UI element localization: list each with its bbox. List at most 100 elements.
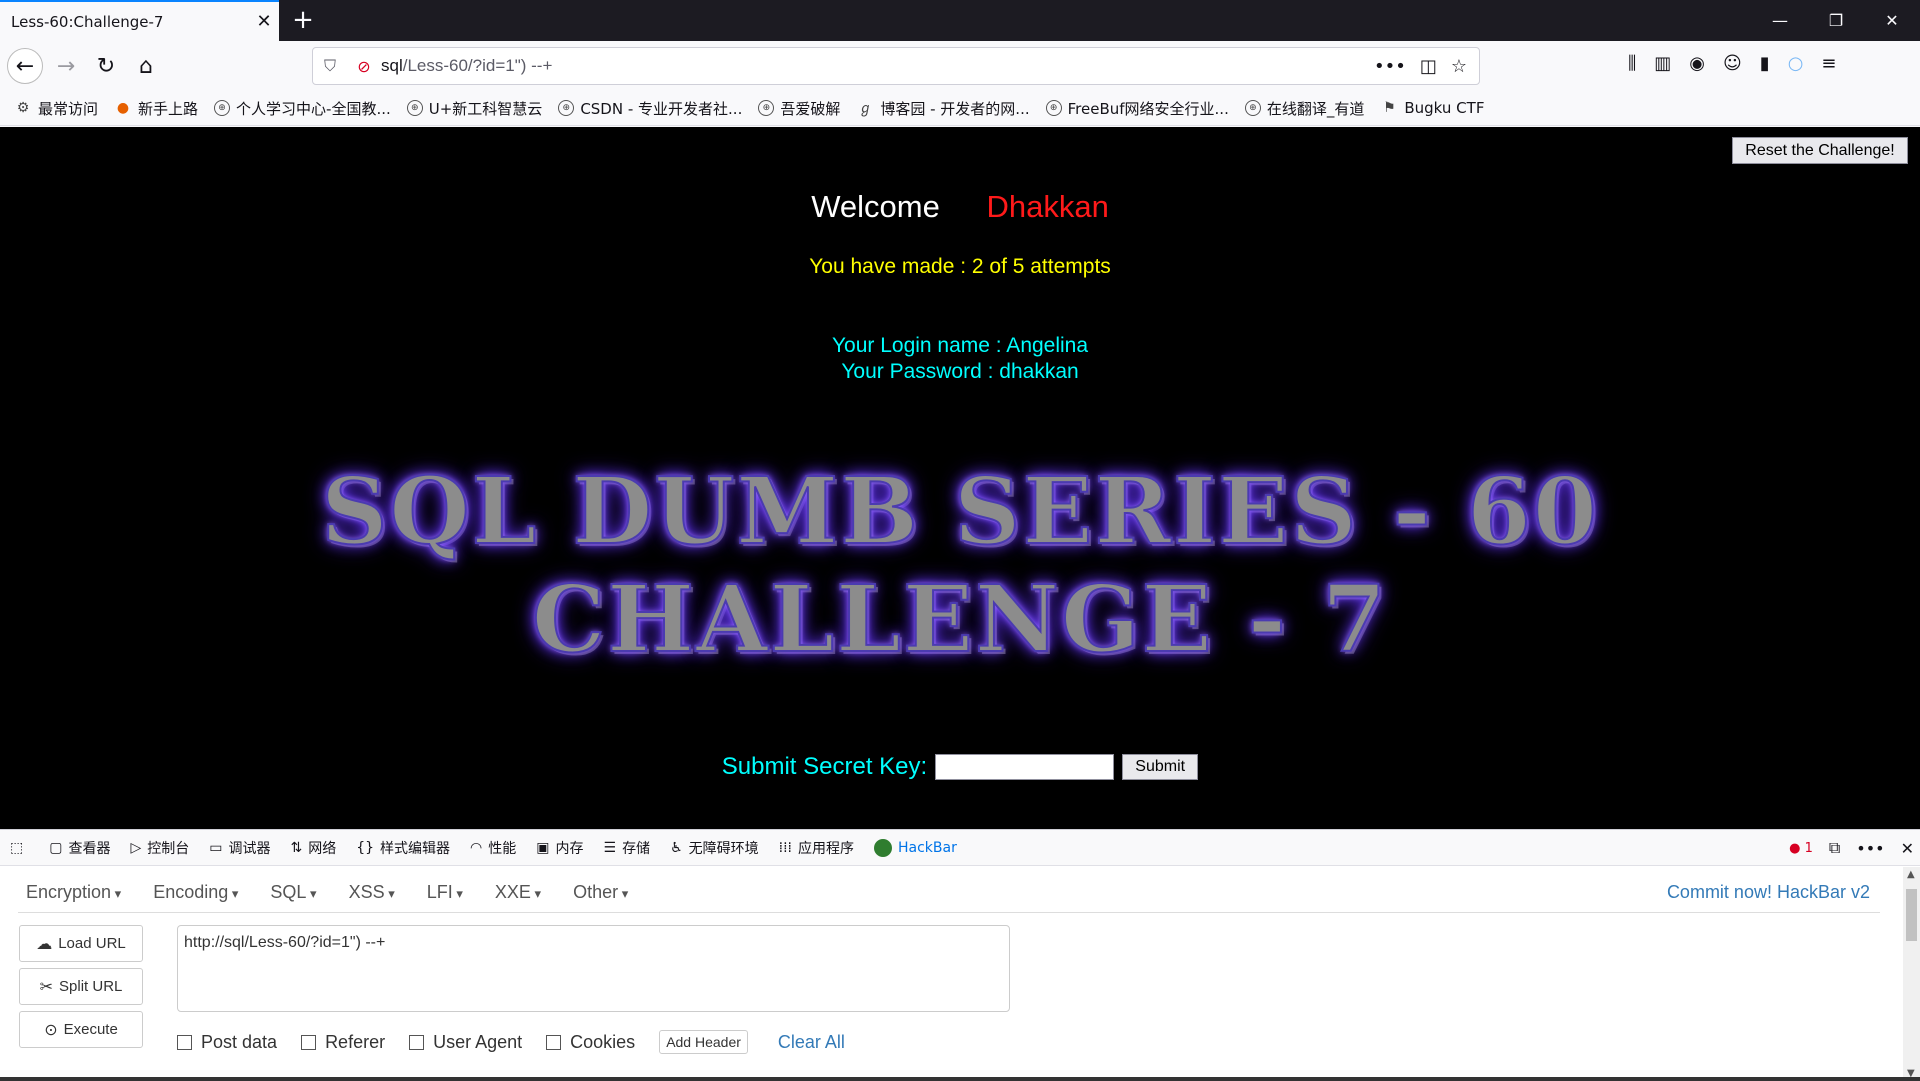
accessibility-icon: ♿ — [670, 839, 683, 856]
menu-sql[interactable]: SQL — [262, 882, 316, 903]
bookmark-star-icon[interactable]: ☆ — [1451, 56, 1467, 77]
user-agent-option[interactable]: User Agent — [409, 1032, 522, 1053]
extension-circle-icon[interactable]: ○ — [1788, 53, 1804, 74]
user-agent-checkbox[interactable] — [409, 1034, 425, 1050]
new-tab-button[interactable]: + — [287, 4, 319, 36]
referer-option[interactable]: Referer — [301, 1032, 385, 1053]
page-content: Reset the Challenge! Welcome Dhakkan You… — [0, 127, 1920, 829]
commit-link[interactable]: Commit now! HackBar v2 — [1667, 882, 1870, 903]
clear-all-link[interactable]: Clear All — [778, 1032, 845, 1053]
welcome-heading: Welcome Dhakkan — [0, 189, 1920, 225]
menu-encoding[interactable]: Encoding — [145, 882, 238, 903]
secret-key-label: Submit Secret Key: — [721, 753, 928, 780]
pocket-icon[interactable]: ◫ — [1420, 56, 1437, 77]
element-picker-button[interactable]: ⬚ — [0, 830, 39, 866]
menu-xss[interactable]: XSS — [341, 882, 395, 903]
forward-button[interactable]: → — [48, 48, 84, 84]
tab-accessibility[interactable]: ♿ 无障碍环境 — [660, 830, 769, 866]
error-count-badge[interactable]: ● 1 — [1789, 841, 1813, 856]
shield-icon[interactable]: ⛉ — [313, 56, 347, 76]
restore-button[interactable]: ❐ — [1808, 0, 1864, 41]
tab-style-editor[interactable]: {} 样式编辑器 — [346, 830, 460, 866]
reload-icon: ↻ — [96, 53, 116, 79]
console-icon: ▷ — [130, 839, 142, 856]
hackbar-menu: Encryption Encoding SQL XSS LFI XXE Othe… — [18, 873, 1880, 913]
close-window-button[interactable]: ✕ — [1864, 0, 1920, 41]
cookies-option[interactable]: Cookies — [546, 1032, 635, 1053]
cloud-download-icon: ☁ — [36, 935, 53, 953]
close-tab-icon[interactable]: ✕ — [249, 11, 279, 32]
back-button[interactable]: ← — [7, 48, 43, 84]
tab-application[interactable]: ⁞⁞⁞ 应用程序 — [769, 830, 864, 866]
submit-button[interactable]: Submit — [1122, 754, 1199, 780]
cookies-checkbox[interactable] — [546, 1034, 562, 1050]
devtools-toolbar: ⬚ ▢ 查看器 ▷ 控制台 ▭ 调试器 ⇅ 网络 {} 样式编辑器 ◠ 性能 ▣ 内存 ☰ 存储… — [0, 830, 1920, 866]
more-options-icon[interactable]: ••• — [1856, 839, 1884, 858]
extension-mask-icon[interactable]: ▮ — [1760, 53, 1770, 74]
menu-icon[interactable]: ≡ — [1821, 53, 1836, 74]
menu-other[interactable]: Other — [565, 882, 628, 903]
page-actions-icon[interactable]: ••• — [1374, 56, 1406, 77]
bookmark-item[interactable]: ⊕ FreeBuf网络安全行业... — [1045, 98, 1229, 119]
globe-icon: ⊕ — [214, 100, 231, 116]
post-data-option[interactable]: Post data — [177, 1032, 277, 1053]
tab-network[interactable]: ⇅ 网络 — [280, 830, 346, 866]
minimize-button[interactable]: — — [1752, 0, 1808, 41]
flag-icon: ⚑ — [1383, 100, 1396, 116]
tab-debugger[interactable]: ▭ 调试器 — [199, 830, 280, 866]
bookmark-item[interactable]: ⊕ 吾爱破解 — [758, 98, 840, 119]
scrollbar-thumb[interactable] — [1906, 889, 1917, 941]
hackbar-url-textarea[interactable]: http://sql/Less-60/?id=1") --+ — [177, 925, 1010, 1012]
library-icon[interactable]: ⫼ — [1628, 53, 1636, 74]
memory-icon: ▣ — [536, 839, 550, 856]
tab-inspector[interactable]: ▢ 查看器 — [39, 830, 120, 866]
dock-icon[interactable]: ⧉ — [1829, 838, 1840, 858]
menu-xxe[interactable]: XXE — [487, 882, 541, 903]
tab-storage[interactable]: ☰ 存储 — [594, 830, 661, 866]
reload-button[interactable]: ↻ — [88, 48, 124, 84]
add-header-button[interactable]: Add Header — [659, 1030, 748, 1054]
attempts-text: You have made : 2 of 5 attempts — [809, 255, 1111, 278]
globe-icon: ⊕ — [406, 100, 423, 116]
post-data-checkbox[interactable] — [177, 1034, 192, 1050]
hackbar-options: Post data Referer User Agent Cookies Add… — [177, 1030, 845, 1054]
referer-checkbox[interactable] — [301, 1034, 317, 1050]
play-icon: ⊙ — [44, 1021, 58, 1039]
tab-console[interactable]: ▷ 控制台 — [120, 830, 199, 866]
bookmark-item[interactable]: ⊕ CSDN - 专业开发者社... — [558, 98, 742, 119]
secret-key-input[interactable] — [935, 754, 1115, 780]
bookmark-item[interactable]: ● 新手上路 — [114, 98, 198, 119]
cnblogs-icon: ℊ — [858, 101, 873, 117]
bookmark-item[interactable]: ⊕ 个人学习中心-全国教... — [214, 98, 391, 119]
tab-performance[interactable]: ◠ 性能 — [460, 830, 526, 866]
bookmark-item[interactable]: ⚑ Bugku CTF — [1380, 99, 1484, 117]
bookmark-item[interactable]: ⚙ 最常访问 — [14, 98, 98, 119]
reset-challenge-button[interactable]: Reset the Challenge! — [1732, 137, 1908, 164]
bookmark-item[interactable]: ℊ 博客园 - 开发者的网... — [856, 98, 1029, 119]
tab-hackbar[interactable]: HackBar — [864, 830, 967, 866]
browser-tab[interactable]: Less-60:Challenge-7 ✕ — [0, 0, 279, 41]
menu-lfi[interactable]: LFI — [419, 882, 463, 903]
scroll-up-icon[interactable]: ▲ — [1907, 869, 1915, 880]
close-devtools-icon[interactable]: ✕ — [1901, 839, 1914, 858]
devtools-panel: ⬚ ▢ 查看器 ▷ 控制台 ▭ 调试器 ⇅ 网络 {} 样式编辑器 ◠ 性能 ▣ 内存 ☰ 存储… — [0, 829, 1920, 1081]
sidebar-icon[interactable]: ▥ — [1654, 53, 1671, 74]
menu-encryption[interactable]: Encryption — [18, 882, 121, 903]
insecure-lock-icon[interactable]: ⊘ — [347, 57, 381, 76]
forward-arrow-icon: → — [56, 53, 76, 79]
url-text[interactable]: sql/Less-60/?id=1") --+ — [381, 56, 1374, 76]
execute-button[interactable]: ⊙ Execute — [19, 1011, 143, 1048]
load-url-button[interactable]: ☁ Load URL — [19, 925, 143, 962]
bookmark-item[interactable]: ⊕ 在线翻译_有道 — [1244, 98, 1364, 119]
scissors-icon: ✂ — [39, 978, 54, 996]
split-url-button[interactable]: ✂ Split URL — [19, 968, 143, 1005]
extension-monkey-icon[interactable]: ☺ — [1723, 53, 1742, 74]
tab-memory[interactable]: ▣ 内存 — [526, 830, 593, 866]
globe-icon: ⊕ — [758, 100, 775, 116]
url-bar[interactable]: ⛉ ⊘ sql/Less-60/?id=1") --+ ••• ◫ ☆ — [312, 47, 1480, 85]
devtools-scrollbar[interactable]: ▲ ▼ — [1903, 867, 1920, 1081]
secret-key-form: Submit Secret Key: Submit — [0, 753, 1920, 781]
account-icon[interactable]: ◉ — [1689, 53, 1705, 74]
home-button[interactable]: ⌂ — [128, 48, 164, 84]
bookmark-item[interactable]: ⊕ U+新工科智慧云 — [406, 98, 542, 119]
